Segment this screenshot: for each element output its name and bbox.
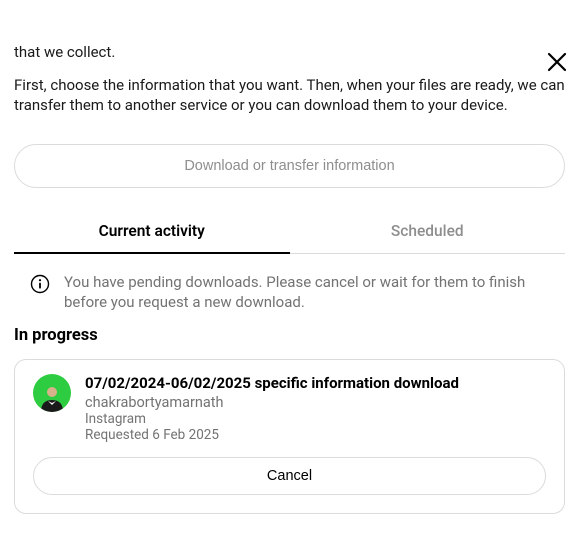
notice-text: You have pending downloads. Please cance… — [64, 272, 563, 313]
intro-text: First, choose the information that you w… — [14, 75, 565, 116]
info-icon — [30, 274, 50, 298]
tabs: Current activity Scheduled — [14, 210, 565, 254]
download-title: 07/02/2024-06/02/2025 specific informati… — [85, 374, 459, 392]
download-card: 07/02/2024-06/02/2025 specific informati… — [14, 359, 565, 514]
close-icon — [547, 52, 567, 72]
download-username: chakrabortyamarnath — [85, 394, 459, 411]
tab-current-activity[interactable]: Current activity — [14, 210, 290, 254]
avatar — [33, 374, 71, 412]
section-title: In progress — [14, 326, 565, 345]
card-header: 07/02/2024-06/02/2025 specific informati… — [33, 374, 546, 443]
tab-scheduled[interactable]: Scheduled — [290, 210, 566, 253]
close-button[interactable] — [545, 50, 569, 74]
card-info: 07/02/2024-06/02/2025 specific informati… — [85, 374, 459, 443]
cancel-button[interactable]: Cancel — [33, 457, 546, 495]
download-transfer-button[interactable]: Download or transfer information — [14, 144, 565, 188]
truncated-text: that we collect. — [14, 42, 565, 63]
download-service: Instagram — [85, 411, 459, 427]
download-requested: Requested 6 Feb 2025 — [85, 427, 459, 443]
main-content: that we collect. First, choose the infor… — [0, 42, 579, 514]
pending-notice: You have pending downloads. Please cance… — [14, 272, 565, 313]
